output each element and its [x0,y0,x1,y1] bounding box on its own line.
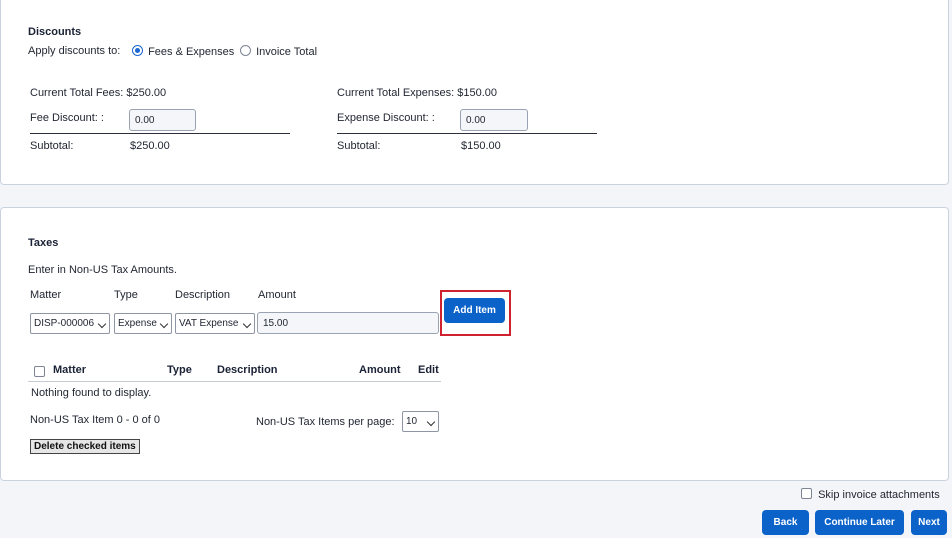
table-empty-message: Nothing found to display. [31,387,152,399]
back-button[interactable]: Back [762,510,809,535]
current-total-expenses: Current Total Expenses: $150.00 [337,87,498,99]
per-page-label: Non-US Tax Items per page: [256,416,395,428]
description-select-value: VAT Expense [179,318,239,329]
per-page-select[interactable]: 10 [402,411,439,432]
fee-subtotal-label: Subtotal: [30,140,74,152]
radio-fees-expenses-label: Fees & Expenses [148,46,235,58]
chevron-down-icon [242,319,252,329]
taxes-instruction: Enter in Non-US Tax Amounts. [28,264,177,276]
chevron-down-icon [426,417,436,427]
apply-discounts-label: Apply discounts to: [28,45,121,57]
discounts-title: Discounts [28,26,82,38]
description-select[interactable]: VAT Expense [175,313,255,334]
expense-discount-input[interactable] [460,109,528,131]
table-header-divider [28,381,441,382]
matter-select[interactable]: DISP-000006 [30,313,110,334]
delete-checked-button[interactable]: Delete checked items [30,439,140,454]
continue-later-button[interactable]: Continue Later [815,510,904,535]
matter-select-value: DISP-000006 [34,318,95,329]
next-button[interactable]: Next [911,510,947,535]
table-header-edit: Edit [418,364,439,376]
radio-invoice-total-button[interactable] [240,45,251,56]
table-header-amount: Amount [359,364,401,376]
form-header-description: Description [175,289,231,301]
add-item-button[interactable]: Add Item [444,298,505,323]
chevron-down-icon [159,319,169,329]
radio-fees-expenses[interactable]: Fees & Expenses [132,45,234,58]
form-header-type: Type [114,289,138,301]
current-total-fees: Current Total Fees: $250.00 [30,87,167,99]
type-select-value: Expense [118,318,157,329]
fee-subtotal-value: $250.00 [130,140,170,152]
skip-attachments-option[interactable]: Skip invoice attachments [801,488,940,501]
expense-divider [337,133,597,134]
expense-discount-label: Expense Discount: : [337,112,435,124]
radio-invoice-total-label: Invoice Total [256,46,318,58]
select-all-checkbox[interactable] [34,366,45,377]
chevron-down-icon [97,319,107,329]
taxes-title: Taxes [28,237,59,249]
radio-invoice-total[interactable]: Invoice Total [240,45,317,58]
per-page-select-value: 10 [406,416,418,427]
form-header-amount: Amount [258,289,296,301]
pagination-label: Non-US Tax Item 0 - 0 of 0 [30,414,161,426]
table-header-matter: Matter [53,364,87,376]
amount-input[interactable] [257,312,439,334]
expense-subtotal-label: Subtotal: [337,140,381,152]
fee-discount-label: Fee Discount: : [30,112,104,124]
table-header-type: Type [167,364,192,376]
skip-attachments-checkbox[interactable] [801,488,812,499]
fee-divider [30,133,290,134]
fee-discount-input[interactable] [129,109,196,131]
taxes-panel [0,207,949,481]
radio-fees-expenses-button[interactable] [132,45,143,56]
form-header-matter: Matter [30,289,62,301]
expense-subtotal-value: $150.00 [461,140,501,152]
type-select[interactable]: Expense [114,313,172,334]
table-header-description: Description [217,364,278,376]
skip-attachments-label: Skip invoice attachments [818,489,940,501]
